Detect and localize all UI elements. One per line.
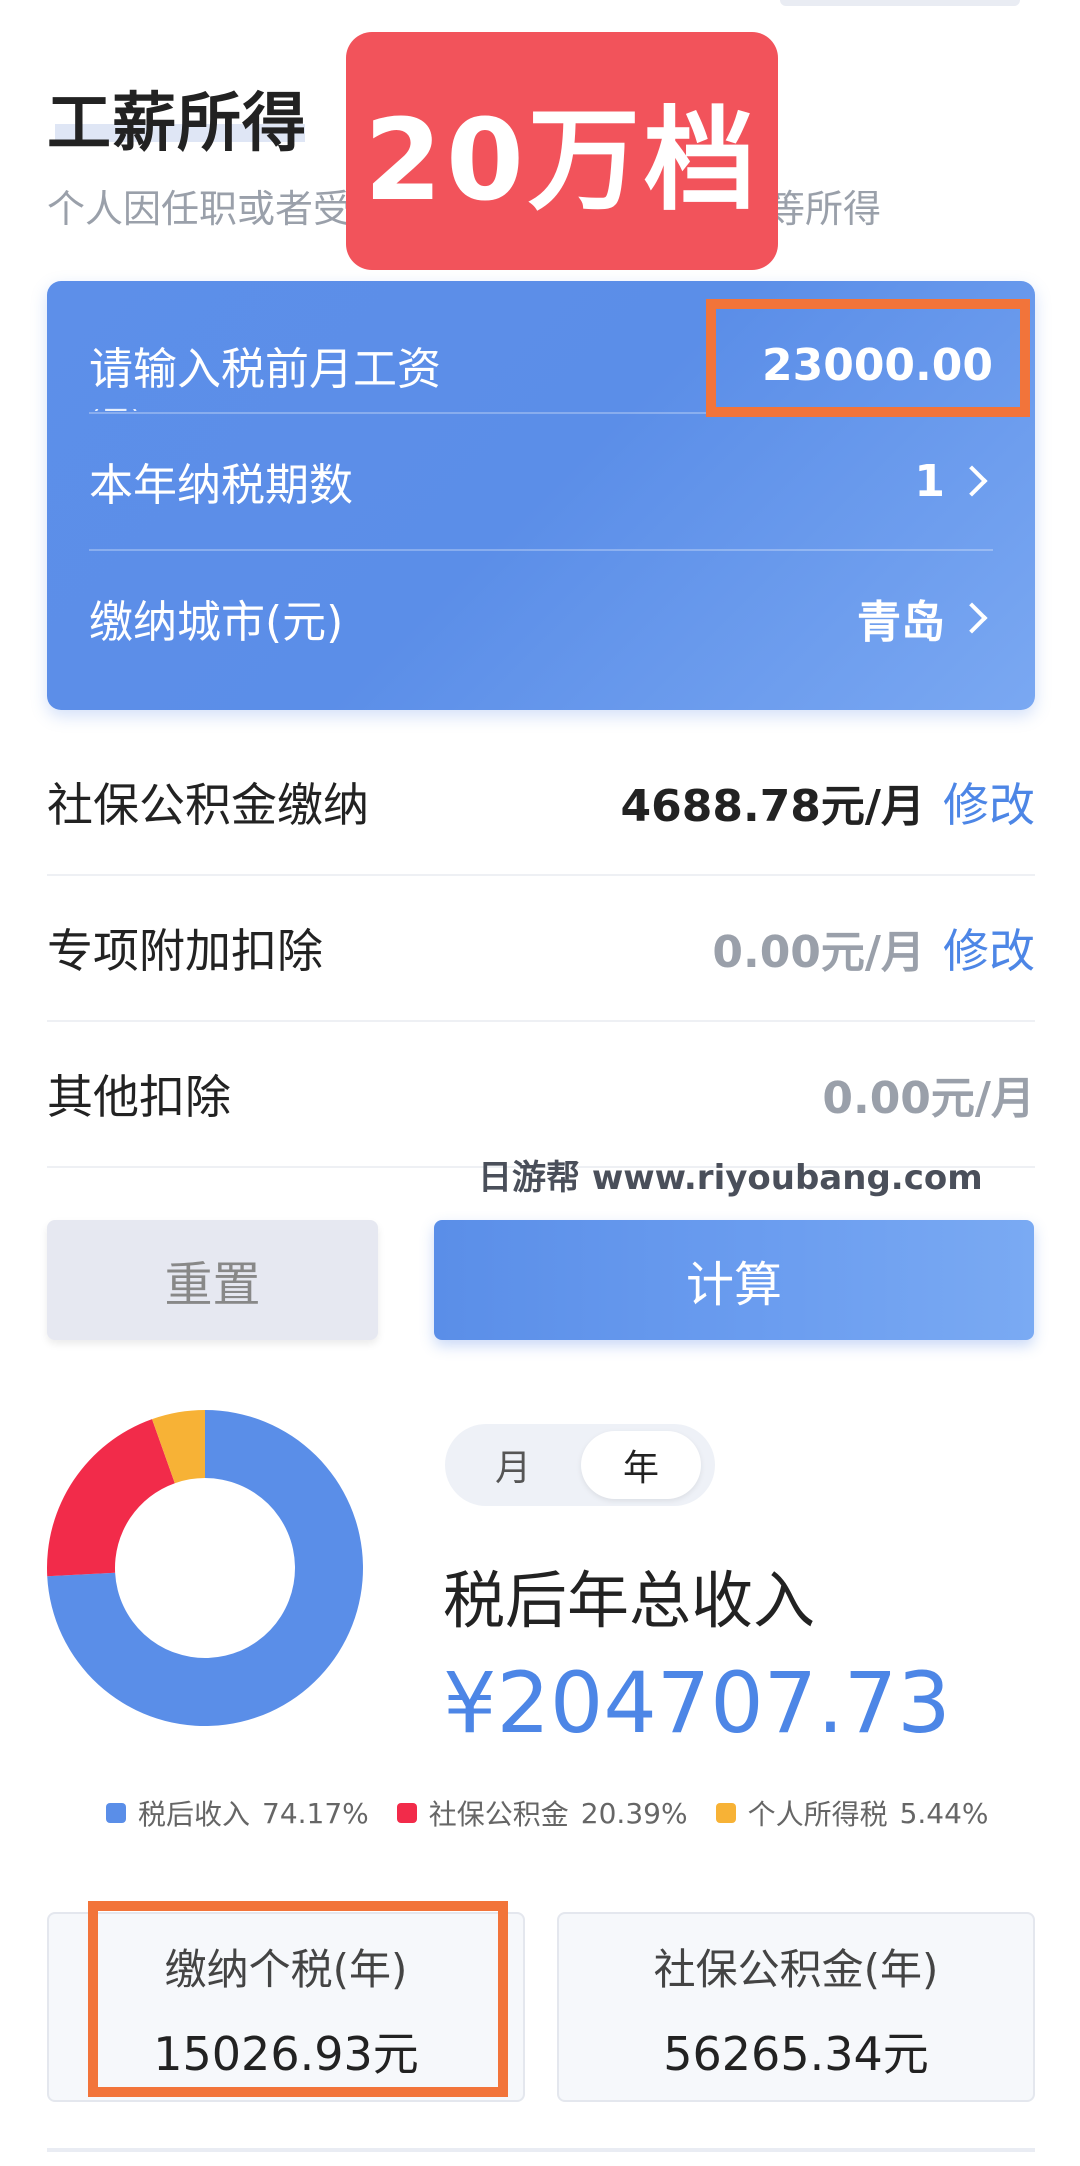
other-deduction-row: 其他扣除 0.00元/月 — [47, 1022, 1035, 1168]
legend-percent: 20.39% — [580, 1796, 688, 1830]
period-toggle[interactable]: 月 年 — [445, 1424, 715, 1506]
legend-percent: 5.44% — [899, 1796, 989, 1830]
chart-legend: 税后收入 74.17% 社保公积金 20.39% 个人所得税 5.44% — [106, 1793, 989, 1833]
annual-social-security-label: 社保公积金(年) — [653, 1945, 939, 1994]
social-security-value: 4688.78元/月 — [620, 781, 925, 832]
salary-unit-label: (元) — [89, 397, 142, 411]
annual-social-security-value: 56265.34元 — [663, 2027, 929, 2081]
tax-highlight-box — [88, 1901, 508, 2097]
top-tab-edge — [780, 0, 1020, 6]
toggle-year[interactable]: 年 — [581, 1431, 701, 1499]
description-right: 等所得 — [767, 187, 882, 231]
legend-item: 社保公积金 20.39% — [396, 1793, 688, 1833]
city-row[interactable]: 缴纳城市(元) 青岛 — [89, 550, 993, 686]
bracket-badge-text: 20万档 — [364, 96, 760, 226]
annual-social-security-card: 社保公积金(年) 56265.34元 — [557, 1912, 1035, 2102]
legend-item: 个人所得税 5.44% — [715, 1793, 989, 1833]
social-security-edit-link[interactable]: 修改 — [943, 769, 1035, 835]
special-deduction-label: 专项附加扣除 — [47, 924, 323, 978]
special-deduction-value: 0.00元/月 — [712, 927, 925, 978]
social-security-row: 社保公积金缴纳 4688.78元/月 修改 — [47, 730, 1035, 876]
salary-highlight-box — [706, 299, 1030, 417]
city-label: 缴纳城市(元) — [89, 597, 344, 648]
page-title: 工薪所得 — [47, 87, 307, 161]
legend-percent: 74.17% — [262, 1796, 369, 1830]
other-deduction-label: 其他扣除 — [47, 1070, 231, 1124]
salary-label: 请输入税前月工资 — [89, 344, 441, 395]
special-deduction-row: 专项附加扣除 0.00元/月 修改 — [47, 876, 1035, 1022]
watermark: 日游帮 www.riyoubang.com — [478, 1158, 983, 1198]
legend-label: 个人所得税 — [747, 1798, 888, 1831]
reset-button[interactable]: 重置 — [47, 1220, 378, 1340]
legend-dot — [715, 1803, 736, 1823]
chevron-right-icon — [956, 465, 988, 497]
legend-item: 税后收入 74.17% — [106, 1793, 369, 1833]
after-tax-income-value: ¥204707.73 — [443, 1654, 951, 1752]
legend-dot — [396, 1803, 417, 1823]
page-description: 个人因任职或者受 等所得 — [47, 178, 881, 233]
toggle-month[interactable]: 月 — [453, 1431, 573, 1499]
tax-period-label: 本年纳税期数 — [89, 460, 353, 511]
other-deduction-value: 0.00元/月 — [822, 1073, 1035, 1124]
bracket-badge: 20万档 — [346, 32, 778, 270]
city-value: 青岛 — [857, 597, 945, 648]
after-tax-income-label: 税后年总收入 — [443, 1564, 816, 1637]
legend-dot — [106, 1803, 126, 1823]
bottom-divider — [47, 2148, 1035, 2152]
chevron-right-icon — [956, 602, 988, 634]
description-left: 个人因任职或者受 — [47, 187, 352, 231]
income-donut-chart — [47, 1410, 363, 1726]
tax-period-value: 1 — [914, 455, 945, 507]
legend-label: 税后收入 — [138, 1798, 251, 1831]
slice-social-security — [47, 1419, 175, 1577]
calculate-button[interactable]: 计算 — [434, 1220, 1034, 1340]
tax-period-row[interactable]: 本年纳税期数 1 — [89, 413, 993, 549]
legend-label: 社保公积金 — [428, 1798, 569, 1831]
page-title-wrap: 工薪所得 — [47, 72, 307, 164]
social-security-label: 社保公积金缴纳 — [47, 778, 369, 832]
special-deduction-edit-link[interactable]: 修改 — [943, 915, 1035, 981]
